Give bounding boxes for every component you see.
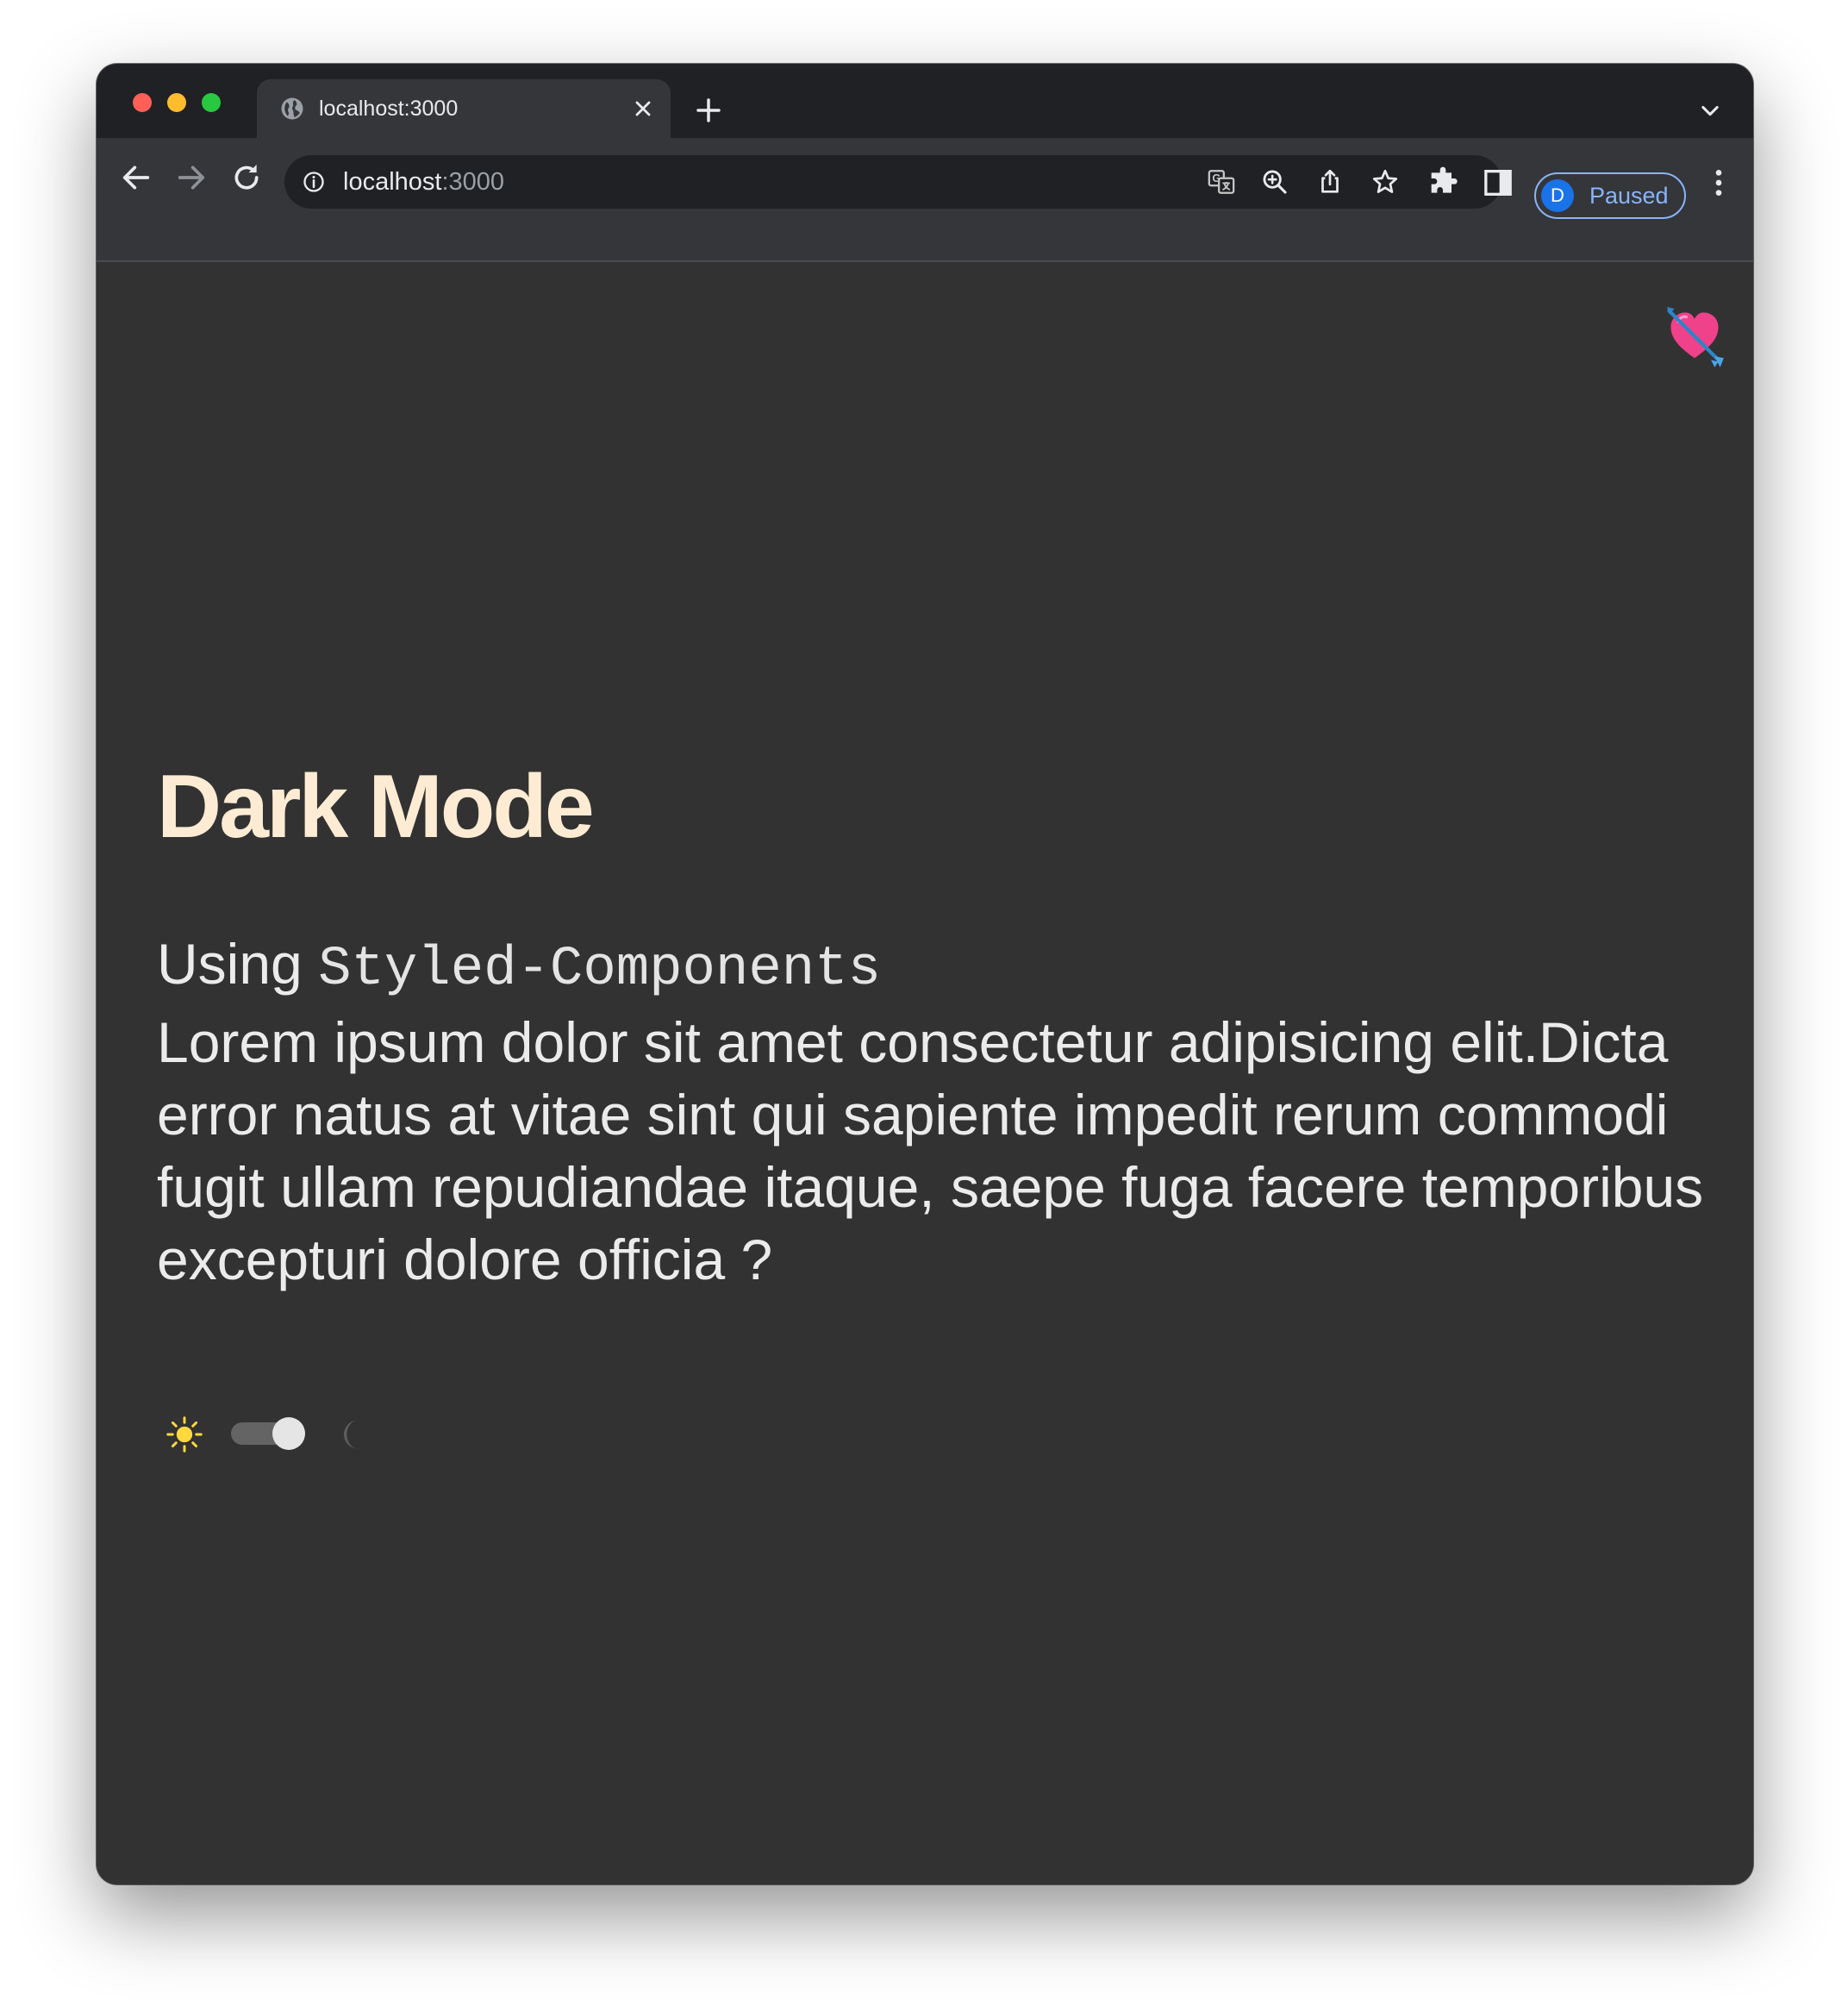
avatar: D: [1541, 179, 1574, 212]
share-icon[interactable]: [1315, 167, 1345, 197]
profile-status-label: Paused: [1589, 183, 1669, 209]
close-tab-icon[interactable]: [631, 97, 655, 121]
translate-icon[interactable]: G: [1207, 167, 1236, 197]
body-text: Lorem ipsum dolor sit amet consectetur a…: [157, 1010, 1704, 1291]
page-description: Using Styled-Components Lorem ipsum dolor…: [157, 928, 1726, 1296]
url-text: localhost:3000: [343, 155, 504, 209]
url-host: localhost: [343, 168, 442, 196]
tab-localhost[interactable]: localhost:3000: [257, 79, 671, 138]
kebab-menu-icon[interactable]: [1701, 166, 1736, 200]
subtitle-code: Styled-Components: [318, 939, 881, 1001]
window-minimize-button[interactable]: [167, 93, 186, 112]
heart-with-arrow-icon: [1667, 307, 1724, 367]
sun-icon: [166, 1416, 203, 1453]
browser-window: localhost:3000 localhost:3000 G D Paused…: [97, 64, 1753, 1884]
subtitle-prefix: Using: [157, 932, 319, 996]
star-icon[interactable]: [1370, 167, 1400, 197]
info-icon[interactable]: [302, 170, 326, 194]
page-content: Dark Mode Using Styled-Components Lorem i…: [97, 262, 1753, 1884]
forward-icon[interactable]: [174, 160, 209, 195]
chevron-down-icon[interactable]: [1698, 98, 1722, 122]
page-title: Dark Mode: [157, 757, 595, 857]
globe-icon: [281, 97, 303, 120]
back-icon[interactable]: [119, 160, 153, 195]
side-panel-icon[interactable]: [1481, 166, 1515, 200]
new-tab-icon[interactable]: [695, 97, 722, 124]
theme-switch[interactable]: [231, 1417, 305, 1450]
browser-toolbar: localhost:3000 G D Paused: [97, 138, 1753, 262]
reload-icon[interactable]: [229, 160, 264, 195]
tab-strip: localhost:3000: [97, 64, 1753, 138]
url-port: :3000: [441, 168, 505, 196]
zoom-icon[interactable]: [1260, 167, 1289, 197]
extensions-icon[interactable]: [1426, 166, 1460, 200]
address-bar[interactable]: localhost:3000 G: [284, 155, 1502, 209]
moon-icon: [344, 1420, 359, 1449]
window-close-button[interactable]: [133, 93, 152, 112]
theme-switch-knob[interactable]: [272, 1417, 305, 1450]
window-maximize-button[interactable]: [202, 93, 221, 112]
tab-title: localhost:3000: [319, 97, 459, 121]
theme-toggle: [165, 1412, 390, 1455]
profile-button[interactable]: D Paused: [1534, 172, 1686, 219]
